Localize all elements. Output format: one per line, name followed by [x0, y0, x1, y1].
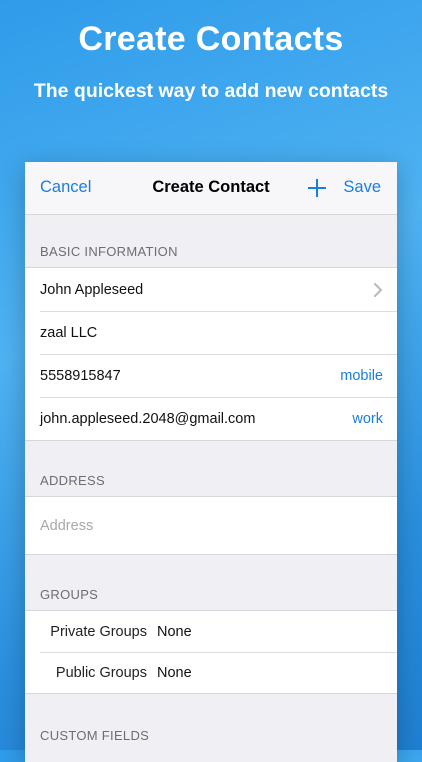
- groups-group: Private Groups None Public Groups None: [25, 610, 397, 694]
- address-field[interactable]: Address: [40, 518, 383, 534]
- email-field[interactable]: john.appleseed.2048@gmail.com: [40, 411, 352, 427]
- promo-subtitle: The quickest way to add new contacts: [33, 80, 389, 102]
- name-row[interactable]: John Appleseed: [25, 268, 397, 311]
- address-group: Address: [25, 496, 397, 555]
- app-screen: Cancel Create Contact Save BASIC INFORMA…: [25, 162, 397, 762]
- phone-row[interactable]: 5558915847 mobile: [25, 354, 397, 397]
- company-row[interactable]: zaal LLC: [25, 311, 397, 354]
- email-type-button[interactable]: work: [352, 411, 383, 427]
- basic-information-group: John Appleseed zaal LLC 5558915847 mobil…: [25, 267, 397, 441]
- plus-icon[interactable]: [307, 178, 327, 198]
- name-field[interactable]: John Appleseed: [40, 282, 373, 298]
- private-groups-value[interactable]: None: [157, 624, 192, 640]
- phone-field[interactable]: 5558915847: [40, 368, 340, 384]
- public-groups-label: Public Groups: [55, 664, 147, 681]
- section-header-basic-information: BASIC INFORMATION: [40, 244, 178, 259]
- phone-type-button[interactable]: mobile: [340, 368, 383, 384]
- chevron-right-icon: [373, 282, 383, 298]
- private-groups-row[interactable]: Private Groups None: [25, 611, 397, 652]
- cancel-button[interactable]: Cancel: [40, 178, 91, 197]
- save-button[interactable]: Save: [343, 178, 381, 197]
- address-row[interactable]: Address: [25, 497, 397, 554]
- section-header-custom-fields: CUSTOM FIELDS: [40, 728, 150, 743]
- promo-title: Create Contacts: [78, 20, 344, 58]
- private-groups-label: Private Groups: [50, 623, 147, 640]
- section-header-address: ADDRESS: [40, 473, 105, 488]
- navigation-bar: Cancel Create Contact Save: [25, 162, 397, 215]
- company-field[interactable]: zaal LLC: [40, 325, 383, 341]
- public-groups-row[interactable]: Public Groups None: [25, 652, 397, 693]
- public-groups-value[interactable]: None: [157, 665, 192, 681]
- section-header-groups: GROUPS: [40, 587, 99, 602]
- email-row[interactable]: john.appleseed.2048@gmail.com work: [25, 397, 397, 440]
